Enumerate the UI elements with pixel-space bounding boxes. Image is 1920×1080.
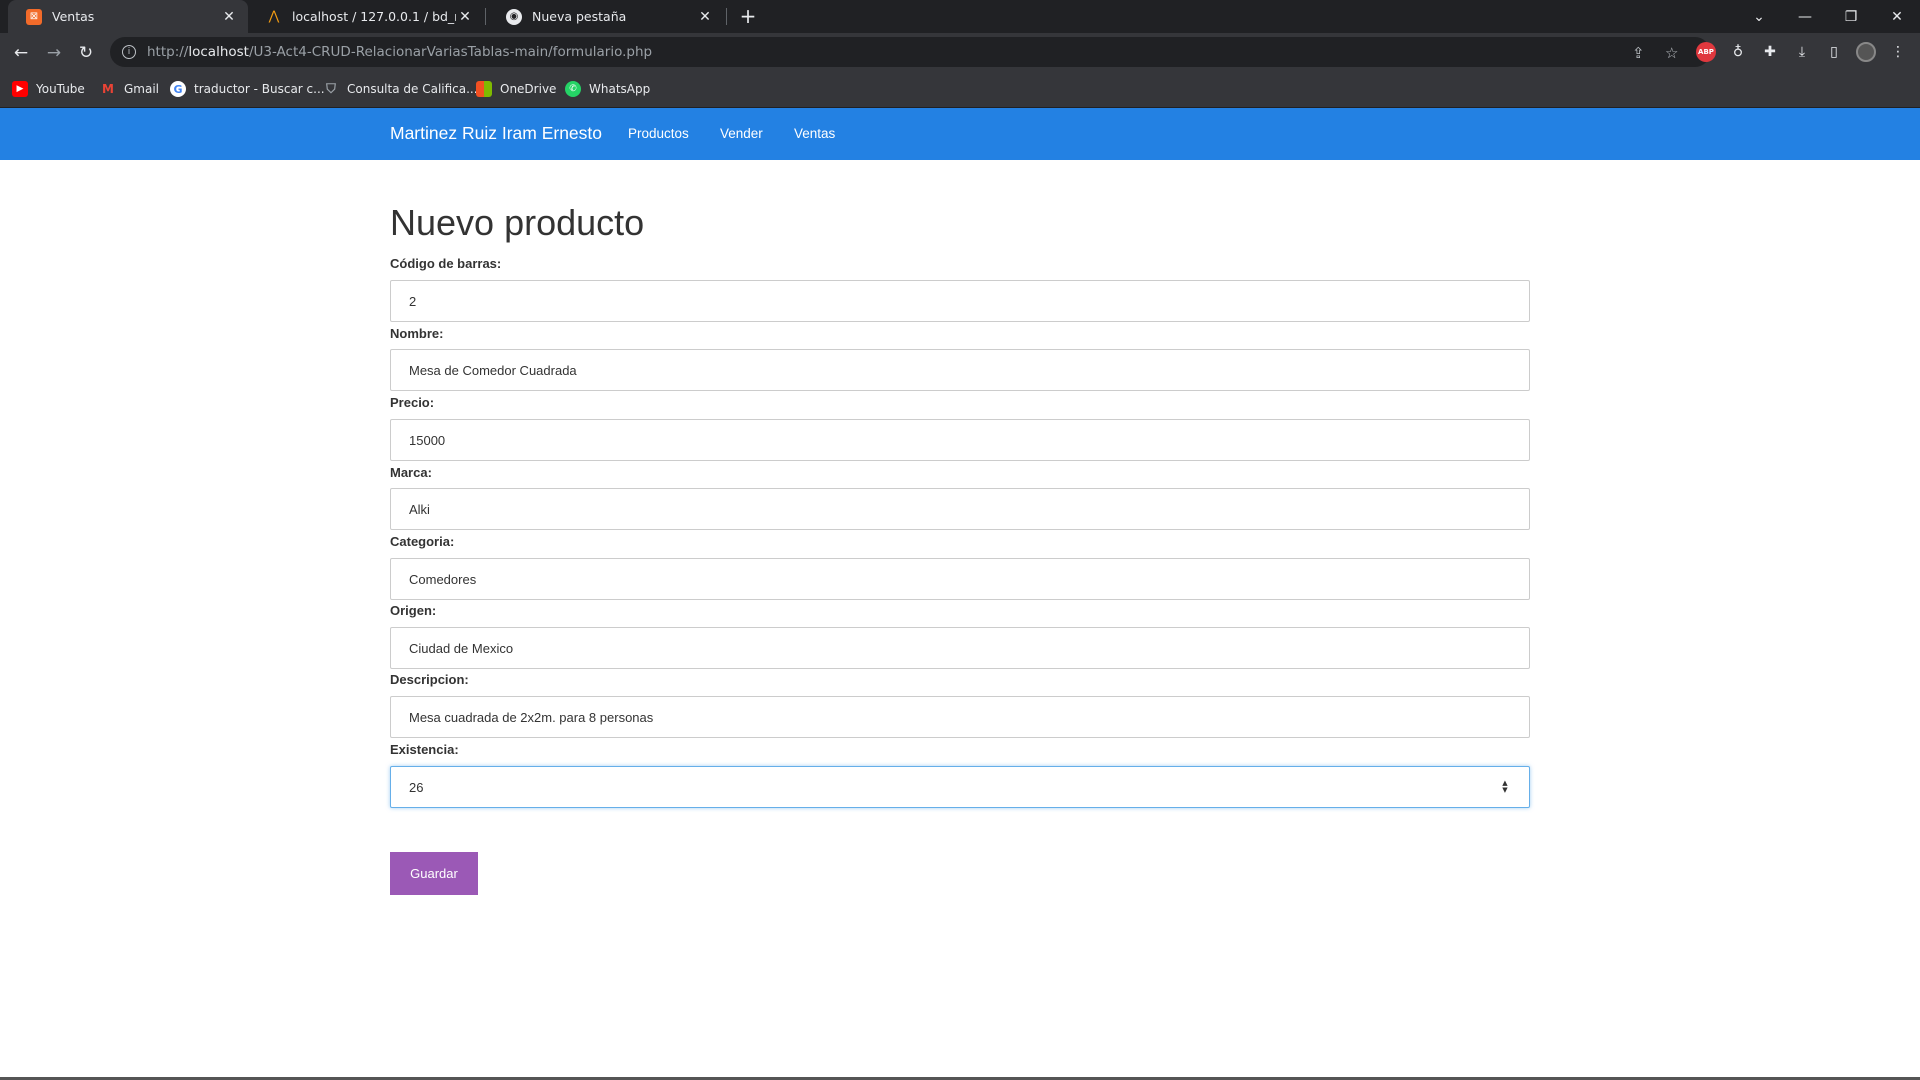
bookmark-label: WhatsApp [589,82,651,96]
descripcion-input[interactable] [390,696,1530,738]
nombre-label: Nombre: [390,326,444,341]
guardar-button[interactable]: Guardar [390,852,478,895]
lightbulb-icon[interactable]: ♁ [1728,42,1748,62]
gmail-icon: M [102,82,114,96]
marca-label: Marca: [390,465,432,480]
windows-icon [476,81,492,97]
existencia-input[interactable] [390,766,1530,808]
close-icon[interactable]: ✕ [696,9,714,25]
whatsapp-icon: ✆ [565,81,581,97]
categoria-label: Categoria: [390,534,455,549]
info-icon[interactable]: i [122,45,136,59]
youtube-icon: ▶ [12,81,28,97]
number-stepper-icon[interactable]: ▲ ▼ [1500,778,1510,796]
share-icon[interactable]: ⇪ [1632,44,1645,62]
origen-input[interactable] [390,627,1530,669]
precio-input[interactable] [390,419,1530,461]
bookmark-label: YouTube [36,82,85,96]
codigo-input[interactable] [390,280,1530,322]
nav-ventas[interactable]: Ventas [794,126,835,141]
bookmarks-bar: ▶ YouTube M Gmail G traductor - Buscar c… [0,72,1920,108]
tab-phpmyadmin[interactable]: ⋀ localhost / 127.0.0.1 / bd_muebl ✕ [248,0,484,33]
reload-icon[interactable]: ↻ [72,39,100,67]
xampp-icon: ⊠ [26,8,42,25]
bookmark-gmail[interactable]: M Gmail [100,81,159,97]
close-window-icon[interactable]: ✕ [1874,0,1920,33]
bookmark-youtube[interactable]: ▶ YouTube [12,81,85,97]
address-bar[interactable]: i http://localhost/U3-Act4-CRUD-Relacion… [110,37,1710,67]
close-icon[interactable]: ✕ [220,9,238,25]
side-panel-icon[interactable]: ▯ [1824,42,1844,62]
tab-title: localhost / 127.0.0.1 / bd_muebl [292,9,456,24]
bookmark-whatsapp[interactable]: ✆ WhatsApp [565,81,650,97]
extensions-icon[interactable]: ✚ [1760,42,1780,62]
tab-separator [485,8,486,25]
forward-icon[interactable]: → [40,39,68,67]
bookmark-label: Consulta de Califica... [347,82,478,96]
nav-vender[interactable]: Vender [720,126,763,141]
back-icon[interactable]: ← [7,39,35,67]
bookmark-onedrive[interactable]: OneDrive [476,81,556,97]
avatar[interactable] [1856,42,1876,62]
bookmark-label: OneDrive [500,82,557,96]
browser-tab-bar: ⊠ Ventas ✕ ⋀ localhost / 127.0.0.1 / bd_… [0,0,1920,33]
close-icon[interactable]: ✕ [456,9,474,25]
new-tab-button[interactable]: + [736,4,760,28]
adblock-icon[interactable]: ABP [1696,42,1716,62]
bookmark-consulta[interactable]: ⛉ Consulta de Califica... [323,81,478,97]
bookmark-label: Gmail [124,82,160,96]
bookmark-label: traductor - Buscar c... [194,82,325,96]
tab-search-icon[interactable]: ⌄ [1736,0,1782,33]
menu-icon[interactable]: ⋮ [1888,42,1908,62]
bookmark-traductor[interactable]: G traductor - Buscar c... [170,81,325,97]
nombre-input[interactable] [390,349,1530,391]
restore-icon[interactable]: ❐ [1828,0,1874,33]
star-icon[interactable]: ☆ [1665,44,1678,62]
origen-label: Origen: [390,603,437,618]
codigo-label: Código de barras: [390,256,502,271]
page-title: Nuevo producto [390,202,645,243]
categoria-input[interactable] [390,558,1530,600]
tab-nueva-pestana[interactable]: ◉ Nueva pestaña ✕ [488,0,724,33]
shield-icon: ⛉ [326,81,336,97]
descripcion-label: Descripcion: [390,672,469,687]
brand-link[interactable]: Martinez Ruiz Iram Ernesto [390,123,602,144]
site-navbar: Martinez Ruiz Iram Ernesto Productos Ven… [0,108,1920,160]
tab-title: Nueva pestaña [532,9,627,24]
tab-separator [726,8,727,25]
phpmyadmin-icon: ⋀ [268,9,280,24]
marca-input[interactable] [390,488,1530,530]
minimize-icon[interactable]: — [1782,0,1828,33]
tab-ventas[interactable]: ⊠ Ventas ✕ [8,0,248,33]
chrome-icon: ◉ [506,8,522,25]
google-icon: G [170,81,186,97]
browser-toolbar: ← → ↻ i http://localhost/U3-Act4-CRUD-Re… [0,33,1920,72]
download-icon[interactable]: ⤓ [1792,42,1812,62]
existencia-label: Existencia: [390,742,459,757]
nav-productos[interactable]: Productos [628,126,689,141]
precio-label: Precio: [390,395,435,410]
tab-title: Ventas [52,9,95,24]
url-text: http://localhost/U3-Act4-CRUD-Relacionar… [147,44,653,60]
